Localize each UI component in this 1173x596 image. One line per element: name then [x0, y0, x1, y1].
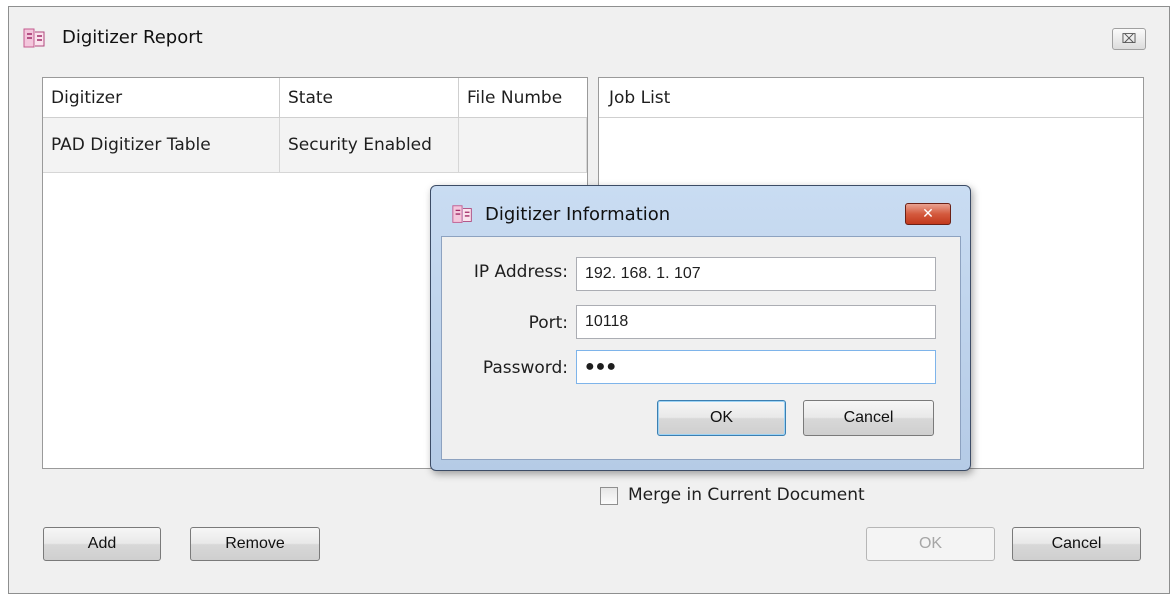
- port-label: Port:: [528, 313, 568, 333]
- password-label: Password:: [482, 358, 568, 378]
- app-icon: [451, 203, 475, 227]
- dialog-cancel-button[interactable]: Cancel: [803, 400, 934, 436]
- merge-label[interactable]: Merge in Current Document: [628, 485, 865, 505]
- table-cell-digitizer[interactable]: PAD Digitizer Table: [43, 118, 280, 173]
- close-button[interactable]: ⌧: [1112, 28, 1146, 50]
- table-cell-state[interactable]: Security Enabled: [280, 118, 459, 173]
- remove-button[interactable]: Remove: [190, 527, 320, 561]
- window-title: Digitizer Report: [62, 27, 203, 48]
- merge-checkbox[interactable]: [600, 487, 618, 505]
- dialog-title: Digitizer Information: [485, 204, 671, 225]
- ip-address-input[interactable]: 192. 168. 1. 107: [576, 257, 936, 291]
- dialog-ok-button[interactable]: OK: [657, 400, 786, 436]
- ip-address-label: IP Address:: [473, 262, 568, 282]
- add-button[interactable]: Add: [43, 527, 161, 561]
- cancel-button[interactable]: Cancel: [1012, 527, 1141, 561]
- column-header-digitizer[interactable]: Digitizer: [43, 78, 280, 118]
- app-icon: [22, 26, 48, 52]
- column-header-file-number[interactable]: File Numbe: [459, 78, 587, 118]
- port-input[interactable]: 10118: [576, 305, 936, 339]
- table-cell-file-number[interactable]: [459, 118, 587, 173]
- ok-button[interactable]: OK: [866, 527, 995, 561]
- close-icon: ⌧: [1121, 31, 1137, 47]
- job-list-header: Job List: [599, 78, 1143, 118]
- password-input[interactable]: ●●●: [576, 350, 936, 384]
- column-header-state[interactable]: State: [280, 78, 459, 118]
- dialog-close-button[interactable]: ✕: [905, 203, 951, 225]
- close-icon: ✕: [922, 206, 934, 222]
